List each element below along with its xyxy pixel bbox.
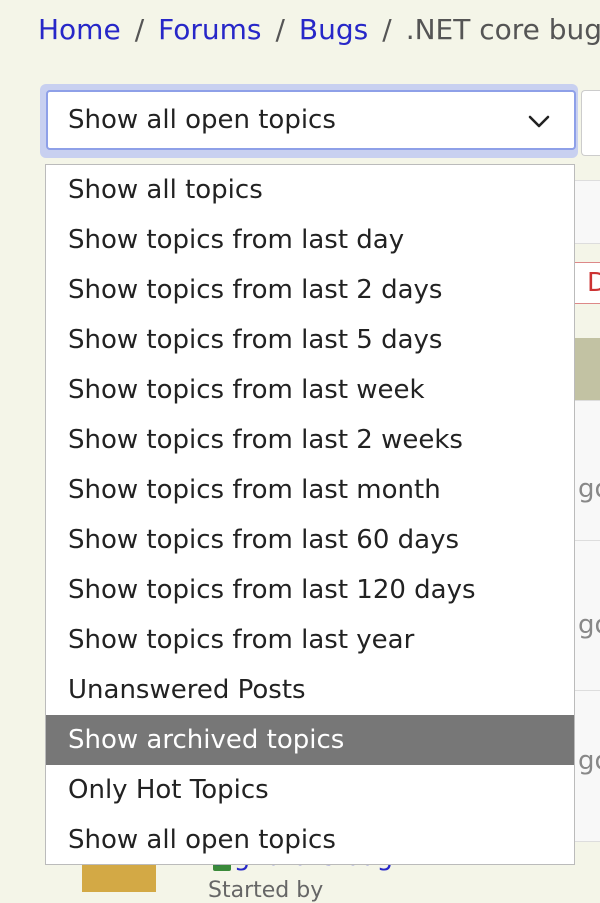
background-row-text: go bbox=[578, 474, 600, 504]
dropdown-option-last-year[interactable]: Show topics from last year bbox=[46, 615, 574, 665]
dropdown-option-all-open[interactable]: Show all open topics bbox=[46, 815, 574, 865]
dropdown-option-last-5-days[interactable]: Show topics from last 5 days bbox=[46, 315, 574, 365]
topic-filter-select-box[interactable]: Show all open topics bbox=[46, 90, 576, 150]
dropdown-option-last-day[interactable]: Show topics from last day bbox=[46, 215, 574, 265]
breadcrumb-bugs[interactable]: Bugs bbox=[299, 13, 368, 46]
topic-meta: Started by bbox=[208, 878, 324, 903]
topic-filter-selected-value: Show all open topics bbox=[68, 105, 336, 135]
background-row-text: go bbox=[578, 610, 600, 640]
dropdown-option-archived[interactable]: Show archived topics bbox=[46, 715, 574, 765]
topic-avatar bbox=[82, 862, 156, 892]
breadcrumb-home[interactable]: Home bbox=[38, 13, 121, 46]
breadcrumb-forums[interactable]: Forums bbox=[158, 13, 261, 46]
breadcrumb: Home / Forums / Bugs / .NET core bug bbox=[38, 12, 600, 48]
breadcrumb-current: .NET core bug bbox=[405, 13, 600, 46]
dropdown-option-last-2-weeks[interactable]: Show topics from last 2 weeks bbox=[46, 415, 574, 465]
dropdown-option-hot-topics[interactable]: Only Hot Topics bbox=[46, 765, 574, 815]
dropdown-option-last-month[interactable]: Show topics from last month bbox=[46, 465, 574, 515]
background-tab[interactable]: D bbox=[575, 262, 600, 304]
dropdown-option-last-60-days[interactable]: Show topics from last 60 days bbox=[46, 515, 574, 565]
adjacent-control[interactable] bbox=[581, 90, 600, 156]
dropdown-option-last-2-days[interactable]: Show topics from last 2 days bbox=[46, 265, 574, 315]
dropdown-option-last-120-days[interactable]: Show topics from last 120 days bbox=[46, 565, 574, 615]
dropdown-option-last-week[interactable]: Show topics from last week bbox=[46, 365, 574, 415]
background-row-text: go bbox=[578, 746, 600, 776]
breadcrumb-separator: / bbox=[275, 13, 285, 46]
dropdown-option-unanswered[interactable]: Unanswered Posts bbox=[46, 665, 574, 715]
breadcrumb-separator: / bbox=[134, 13, 145, 46]
topic-filter-dropdown: Show all topics Show topics from last da… bbox=[45, 164, 575, 865]
topic-filter-select[interactable]: Show all open topics bbox=[40, 84, 578, 158]
background-header-band bbox=[575, 338, 600, 400]
chevron-down-icon bbox=[528, 115, 550, 128]
dropdown-option-all-topics[interactable]: Show all topics bbox=[46, 165, 574, 215]
breadcrumb-separator: / bbox=[382, 13, 392, 46]
